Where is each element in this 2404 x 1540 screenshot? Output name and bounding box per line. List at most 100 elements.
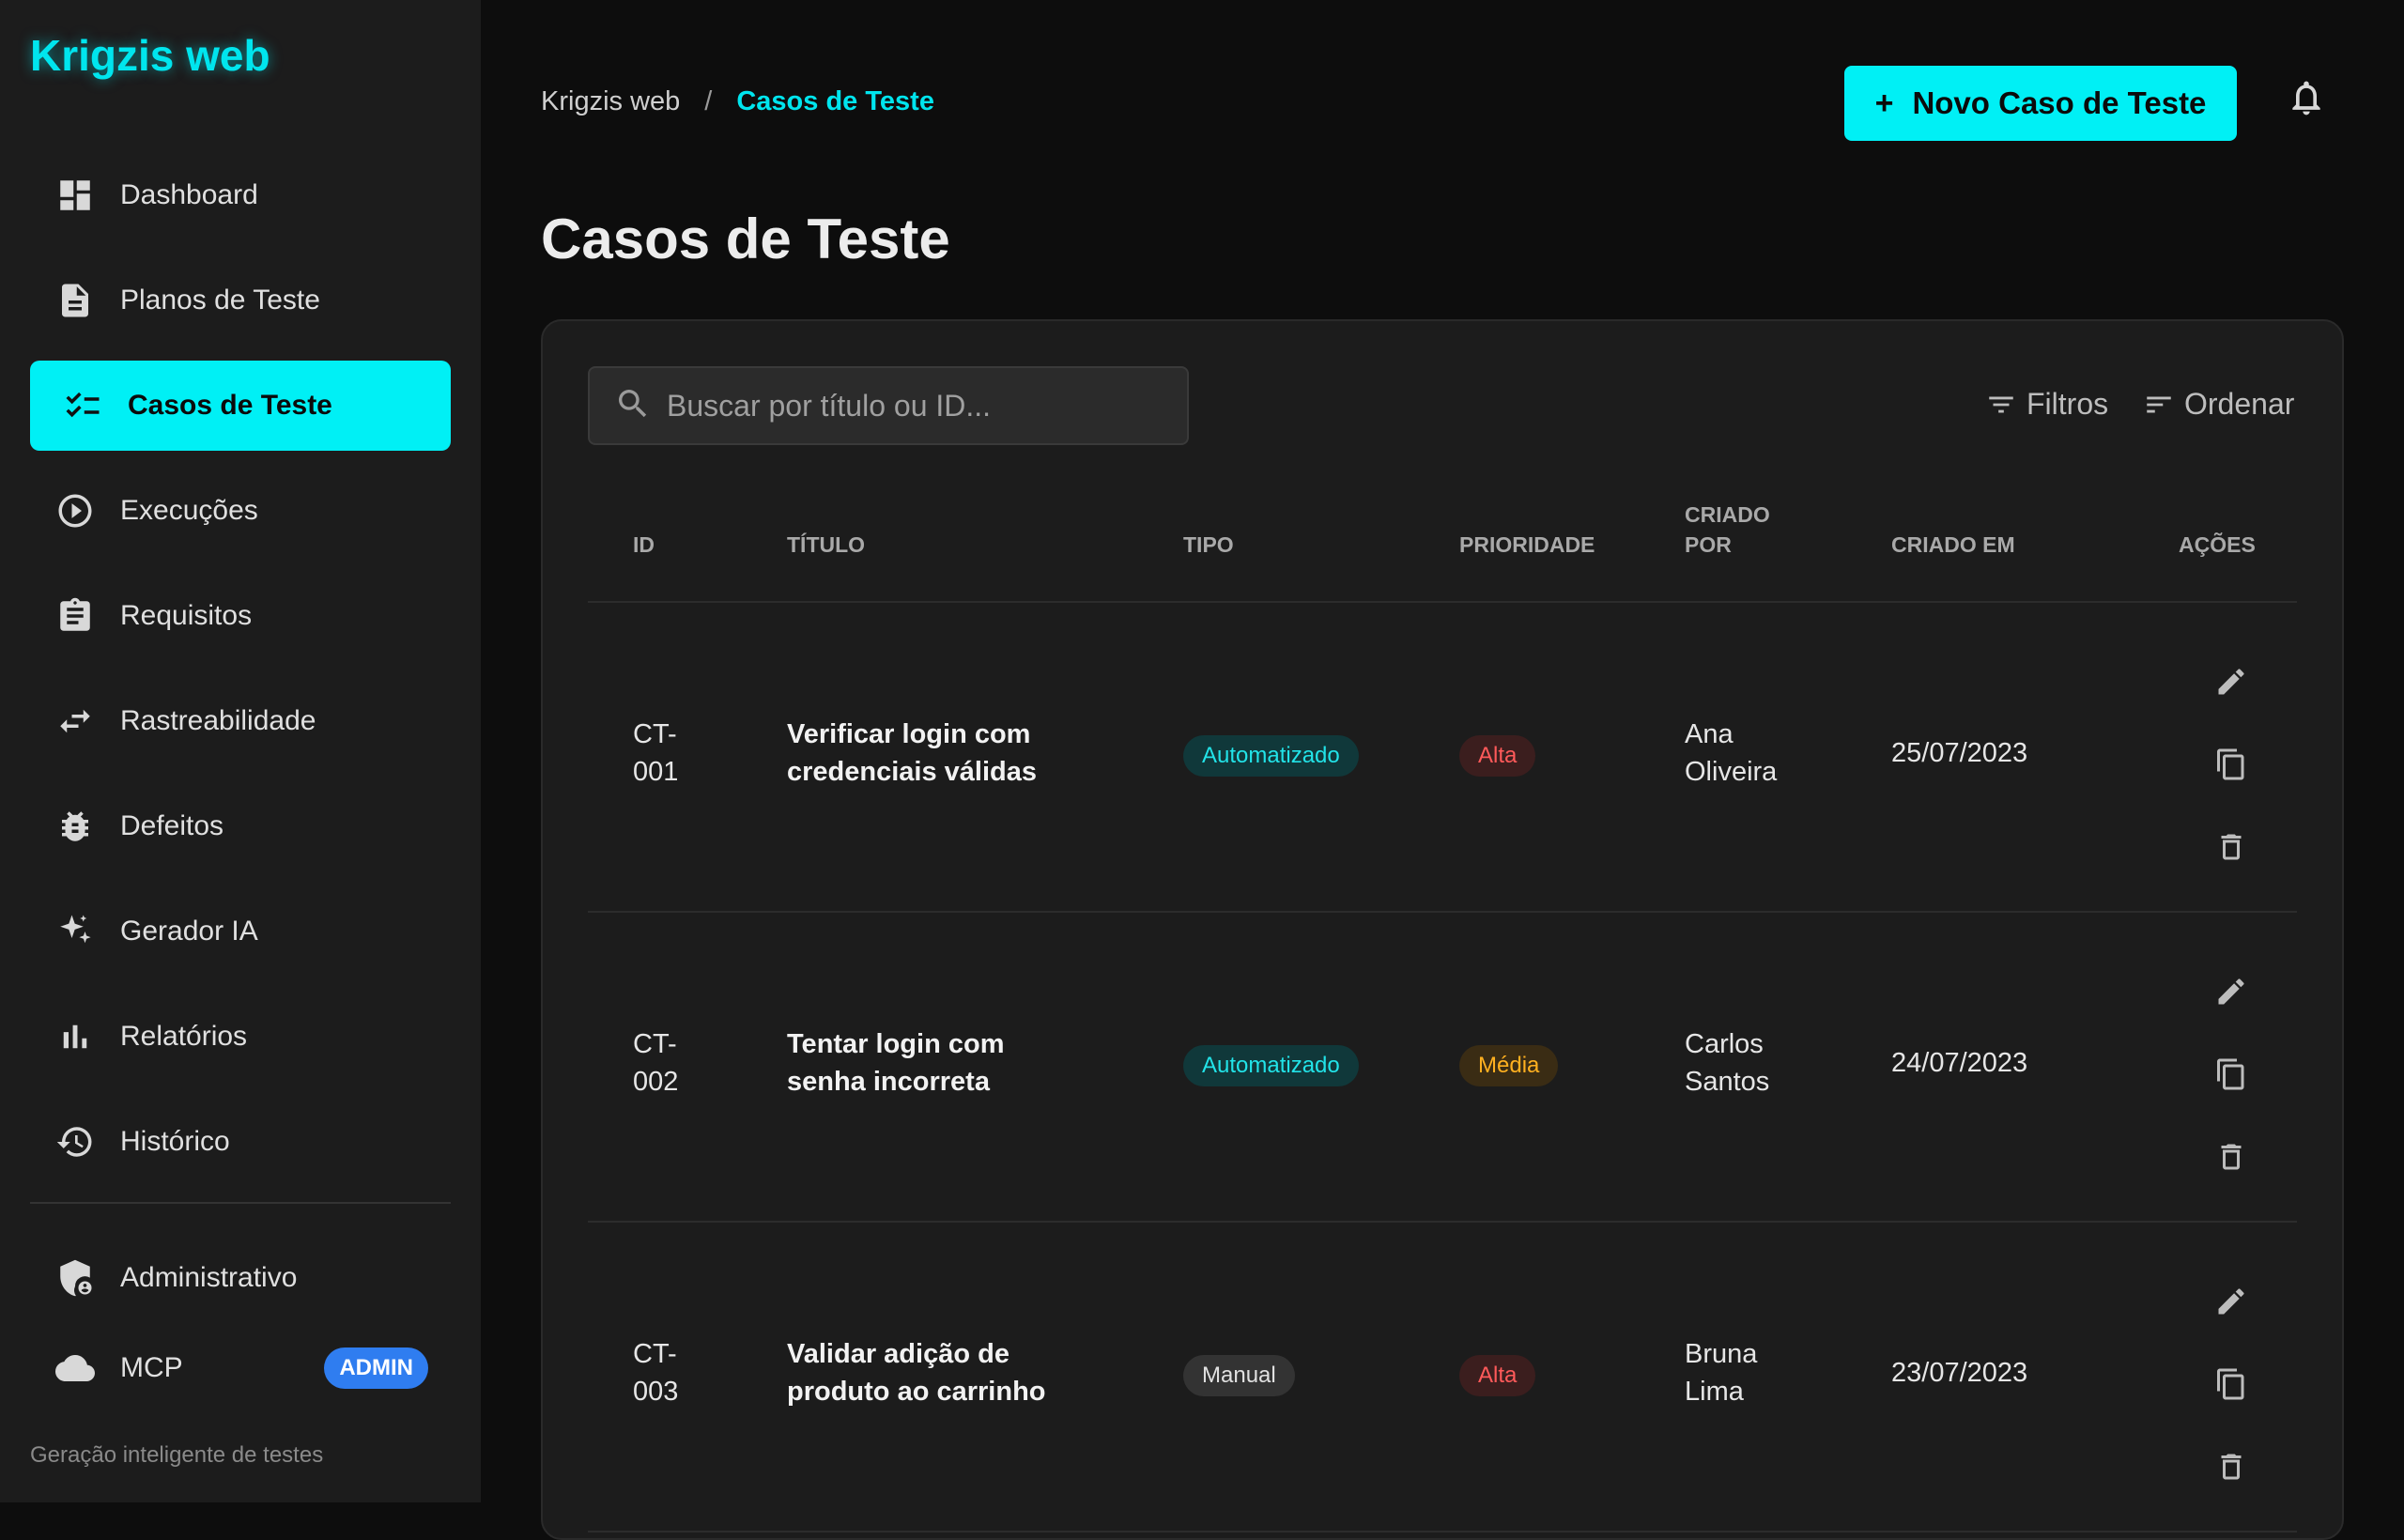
copy-icon[interactable] [2214,1057,2252,1095]
checklist-icon [62,385,103,426]
edit-icon[interactable] [2214,975,2252,1012]
row-created-by-line1: Ana [1685,719,1734,749]
breadcrumb-current: Casos de Teste [736,86,934,116]
breadcrumb-separator: / [704,86,713,116]
sparkle-icon [54,911,96,952]
row-created-by-line2: Santos [1685,1067,1770,1097]
row-id-line2: 001 [633,757,679,787]
table-row[interactable]: CT- 002 Tentar login com senha incorreta… [588,913,2297,1223]
admin-badge: ADMIN [324,1348,428,1389]
column-header-type[interactable]: TIPO [1183,530,1234,560]
edit-icon[interactable] [2214,1285,2252,1322]
column-header-created-by-line1: CRIADO [1685,502,1770,527]
row-created-by-line1: Carlos [1685,1029,1764,1059]
sidebar-item-requisitos[interactable]: Requisitos [30,571,451,661]
sidebar-item-rastreabilidade[interactable]: Rastreabilidade [30,676,451,766]
row-id-line2: 003 [633,1377,679,1407]
sidebar-item-label: Administrativo [120,1262,298,1293]
column-header-title[interactable]: TÍTULO [787,530,865,560]
filters-label: Filtros [2026,387,2109,421]
sidebar-item-label: Execuções [120,495,258,526]
sidebar-divider [30,1202,451,1204]
row-title[interactable]: Validar adição de produto ao carrinho [787,1335,1046,1410]
swap-arrows-icon [54,701,96,742]
copy-icon[interactable] [2214,747,2252,785]
column-header-id[interactable]: ID [633,530,655,560]
row-title-line1: Verificar login com [787,719,1031,749]
row-title-line2: credenciais válidas [787,757,1037,787]
edit-icon[interactable] [2214,665,2252,702]
column-header-priority[interactable]: PRIORIDADE [1459,530,1595,560]
sidebar-item-label: Rastreabilidade [120,705,316,736]
sidebar-item-defeitos[interactable]: Defeitos [30,781,451,871]
row-created-at: 24/07/2023 [1891,1048,2028,1078]
column-header-created-by-line2: POR [1685,532,1732,557]
sidebar-item-gerador-ia[interactable]: Gerador IA [30,886,451,977]
sidebar-item-administrativo[interactable]: Administrativo [30,1233,451,1323]
sidebar-item-planos[interactable]: Planos de Teste [30,255,451,346]
sidebar-item-label: Relatórios [120,1021,248,1052]
row-id: CT- 002 [633,1025,678,1101]
sidebar-item-label: Planos de Teste [120,285,320,316]
delete-icon[interactable] [2214,830,2252,868]
sidebar: Krigzis web Dashboard Planos de Teste Ca… [0,0,481,1502]
sidebar-item-relatorios[interactable]: Relatórios [30,992,451,1082]
row-created-by: Bruna Lima [1685,1335,1757,1410]
row-title-line1: Tentar login com [787,1029,1005,1059]
sort-icon [2147,396,2171,412]
table-row[interactable]: CT- 001 Verificar login com credenciais … [588,603,2297,913]
sort-button[interactable]: Ordenar [2143,387,2294,422]
column-header-created-by[interactable]: CRIADO POR [1685,500,1770,560]
sidebar-item-execucoes[interactable]: Execuções [30,466,451,556]
column-header-created-at[interactable]: CRIADO EM [1891,530,2015,560]
sidebar-item-label: Defeitos [120,810,224,841]
priority-badge: Alta [1459,735,1536,777]
table-header: ID TÍTULO TIPO PRIORIDADE CRIADO POR CRI… [588,490,2297,603]
sidebar-item-historico[interactable]: Histórico [30,1097,451,1187]
app-logo[interactable]: Krigzis web [30,30,270,81]
row-id-line1: CT- [633,1339,677,1369]
filter-icon [1989,396,2013,412]
row-id-line1: CT- [633,719,677,749]
sidebar-item-casos[interactable]: Casos de Teste [30,361,451,451]
breadcrumb-root[interactable]: Krigzis web [541,86,680,117]
sidebar-item-dashboard[interactable]: Dashboard [30,150,451,240]
row-title[interactable]: Verificar login com credenciais válidas [787,716,1037,791]
search-box [588,366,1189,445]
row-created-at: 25/07/2023 [1891,738,2028,768]
sidebar-item-label: Dashboard [120,179,258,210]
plus-icon: + [1874,85,1894,121]
play-circle-icon [54,490,96,531]
delete-icon[interactable] [2214,1450,2252,1487]
row-created-by-line2: Lima [1685,1377,1744,1407]
row-title[interactable]: Tentar login com senha incorreta [787,1025,1004,1101]
sidebar-item-label: Histórico [120,1126,230,1157]
row-created-by: Ana Oliveira [1685,716,1777,791]
row-created-by-line2: Oliveira [1685,757,1778,787]
row-created-by-line1: Bruna [1685,1339,1758,1369]
row-id: CT- 003 [633,1335,678,1410]
bug-icon [54,806,96,847]
table-row[interactable]: CT- 003 Validar adição de produto ao car… [588,1223,2297,1532]
search-input[interactable] [665,387,1176,424]
row-title-line1: Validar adição de [787,1339,1009,1369]
row-id: CT- 001 [633,716,678,791]
type-badge: Automatizado [1183,1045,1359,1086]
dashboard-icon [54,175,96,216]
copy-icon[interactable] [2214,1367,2252,1405]
row-created-at: 23/07/2023 [1891,1358,2028,1388]
new-test-case-label: Novo Caso de Teste [1912,85,2207,120]
sidebar-item-mcp[interactable]: MCP ADMIN [30,1323,451,1413]
filters-button[interactable]: Filtros [1985,387,2108,422]
row-id-line1: CT- [633,1029,677,1059]
row-title-line2: produto ao carrinho [787,1377,1046,1407]
new-test-case-button[interactable]: + Novo Caso de Teste [1844,66,2237,141]
clipboard-icon [54,595,96,637]
sidebar-tagline: Geração inteligente de testes [30,1442,324,1468]
row-id-line2: 002 [633,1067,679,1097]
priority-badge: Média [1459,1045,1559,1086]
sidebar-item-label: Casos de Teste [128,390,332,421]
sidebar-item-label: MCP [120,1352,183,1383]
notifications-bell-icon[interactable] [2286,77,2327,118]
delete-icon[interactable] [2214,1140,2252,1178]
